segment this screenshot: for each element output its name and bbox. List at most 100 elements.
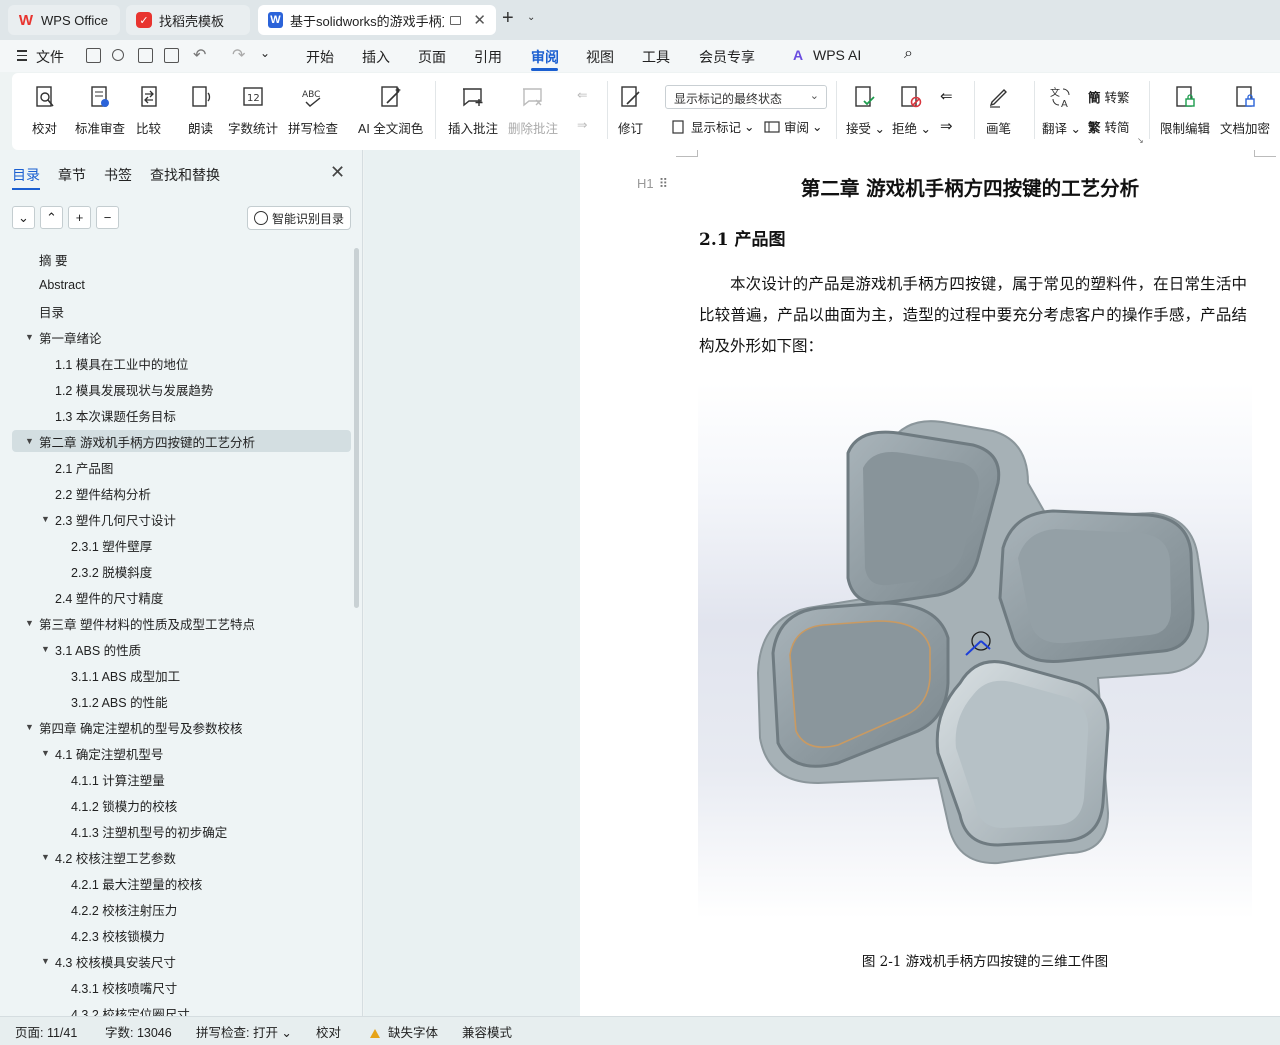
toc-item[interactable]: ▼ 3.1 ABS 的性质 (0, 638, 352, 660)
toc-item[interactable]: 2.3.1 塑件壁厚 (0, 534, 352, 556)
menu-page[interactable]: 页面 (418, 47, 446, 67)
toc-item[interactable]: 2.3.2 脱模斜度 (0, 560, 352, 582)
toc-item[interactable]: 4.3.2 校核定位圈尺寸 (0, 1002, 352, 1017)
spell-check-button[interactable]: ABC 拼写检查 (288, 73, 338, 143)
tab-wps-office[interactable]: W WPS Office (8, 5, 120, 35)
previous-comment-icon[interactable]: ⇐ (577, 87, 587, 102)
show-markup-button[interactable]: 显示标记 ⌄ (671, 117, 755, 136)
pen-button[interactable]: 画笔 (986, 73, 1011, 143)
monitor-icon[interactable] (450, 15, 462, 25)
export-icon[interactable] (112, 49, 124, 61)
tab-find-replace[interactable]: 查找和替换 (150, 165, 220, 185)
toc-item[interactable]: 4.2.1 最大注塑量的校核 (0, 872, 352, 894)
print-preview-icon[interactable] (164, 48, 179, 63)
toc-item[interactable]: 摘 要 (0, 248, 352, 270)
toc-item[interactable]: Abstract (0, 274, 352, 296)
print-icon[interactable] (138, 48, 153, 63)
toc-item[interactable]: 2.2 塑件结构分析 (0, 482, 352, 504)
toc-item[interactable]: 4.1.3 注塑机型号的初步确定 (0, 820, 352, 842)
menu-view[interactable]: 视图 (586, 47, 614, 67)
menu-tools[interactable]: 工具 (642, 47, 670, 67)
drag-handle-icon[interactable]: ⠿ (659, 176, 668, 191)
toc-item[interactable]: 1.3 本次课题任务目标 (0, 404, 352, 426)
toc-item[interactable]: 3.1.2 ABS 的性能 (0, 690, 352, 712)
tab-daoke-templates[interactable]: ✓ 找稻壳模板 (126, 5, 250, 35)
next-comment-icon[interactable]: ⇒ (577, 117, 587, 132)
expand-triangle-icon[interactable]: ▼ (25, 618, 34, 628)
expand-triangle-icon[interactable]: ▼ (41, 748, 50, 758)
spell-check-status[interactable]: 拼写检查: 打开 ⌄ (196, 1022, 292, 1041)
track-changes-button[interactable]: 修订 (618, 73, 643, 143)
menu-home[interactable]: 开始 (306, 47, 334, 67)
markup-state-select[interactable]: 显示标记的最终状态 ⌄ (665, 85, 827, 109)
review-pane-button[interactable]: 审阅 ⌄ (764, 117, 823, 136)
toc-item[interactable]: 4.3.1 校核喷嘴尺寸 (0, 976, 352, 998)
toc-item[interactable]: 4.2.3 校核锁模力 (0, 924, 352, 946)
product-3d-figure[interactable] (698, 383, 1252, 919)
nav-scrollbar[interactable] (354, 248, 359, 608)
delete-comment-button[interactable]: 删除批注 (508, 73, 558, 143)
toc-item[interactable]: ▼ 第四章 确定注塑机的型号及参数校核 (0, 716, 352, 738)
previous-change-icon[interactable]: ⇐ (940, 87, 953, 105)
proofread-status[interactable]: 校对 (316, 1022, 341, 1041)
remove-heading-button[interactable]: − (96, 206, 119, 229)
next-change-icon[interactable]: ⇒ (940, 117, 953, 135)
to-simplified-button[interactable]: 繁 转简 (1088, 117, 1130, 136)
toc-item[interactable]: 1.1 模具在工业中的地位 (0, 352, 352, 374)
toc-item[interactable]: 3.1.1 ABS 成型加工 (0, 664, 352, 686)
toc-item[interactable]: 1.2 模具发展现状与发展趋势 (0, 378, 352, 400)
dialog-launcher-icon[interactable]: ↘ (1137, 136, 1144, 145)
toc-item[interactable]: ▼ 4.2 校核注塑工艺参数 (0, 846, 352, 868)
menu-references[interactable]: 引用 (474, 47, 502, 67)
tab-bookmarks[interactable]: 书签 (104, 165, 132, 185)
toc-item[interactable]: ▼ 2.3 塑件几何尺寸设计 (0, 508, 352, 530)
toc-item[interactable]: 2.4 塑件的尺寸精度 (0, 586, 352, 608)
menu-insert[interactable]: 插入 (362, 47, 390, 67)
insert-comment-button[interactable]: 插入批注 (448, 73, 498, 143)
promote-button[interactable]: ⌃ (40, 206, 63, 229)
missing-font-status[interactable]: 缺失字体 (370, 1022, 438, 1041)
proofread-button[interactable]: 校对 (32, 73, 57, 143)
expand-triangle-icon[interactable]: ▼ (25, 436, 34, 446)
toc-item[interactable]: 4.1.2 锁模力的校核 (0, 794, 352, 816)
restrict-edit-button[interactable]: 限制编辑 (1160, 73, 1210, 143)
toc-item[interactable]: 4.2.2 校核注射压力 (0, 898, 352, 920)
close-icon[interactable]: ✕ (330, 162, 345, 183)
toc-item[interactable]: 目录 (0, 300, 352, 322)
heading-marker[interactable]: H1 ⠿ (637, 176, 668, 192)
smart-toc-button[interactable]: 智能识别目录 (247, 206, 351, 230)
toc-item[interactable]: ▼ 4.3 校核模具安装尺寸 (0, 950, 352, 972)
save-icon[interactable] (86, 48, 101, 63)
menu-review[interactable]: 审阅 (531, 47, 559, 67)
add-heading-button[interactable]: + (68, 206, 91, 229)
encrypt-button[interactable]: 文档加密 (1220, 73, 1270, 143)
expand-triangle-icon[interactable]: ▼ (41, 956, 50, 966)
search-icon[interactable]: ⌕ (904, 45, 913, 63)
toc-item[interactable]: 4.1.1 计算注塑量 (0, 768, 352, 790)
standard-review-button[interactable]: 标准审查 (75, 73, 125, 143)
toc-item[interactable]: ▼ 第一章绪论 (0, 326, 352, 348)
new-tab-plus-icon[interactable]: + (502, 7, 514, 30)
hamburger-icon[interactable] (17, 50, 27, 64)
chevron-down-icon[interactable]: ⌄ (527, 12, 535, 23)
menu-member[interactable]: 会员专享 (699, 47, 755, 67)
expand-triangle-icon[interactable]: ▼ (25, 722, 34, 732)
word-count-button[interactable]: 12 字数统计 (228, 73, 278, 143)
menu-wps-ai[interactable]: WPS AI (813, 47, 861, 63)
ai-polish-button[interactable]: AI 全文润色 (358, 73, 423, 143)
tab-toc[interactable]: 目录 (12, 165, 40, 185)
expand-triangle-icon[interactable]: ▼ (41, 852, 50, 862)
toc-item[interactable]: ▼ 4.1 确定注塑机型号 (0, 742, 352, 764)
undo-icon[interactable]: ↶ (193, 45, 206, 65)
expand-triangle-icon[interactable]: ▼ (41, 514, 50, 524)
menu-file[interactable]: 文件 (36, 47, 64, 67)
expand-triangle-icon[interactable]: ▼ (25, 332, 34, 342)
tab-chapters[interactable]: 章节 (58, 165, 86, 185)
read-aloud-button[interactable]: 朗读 (188, 73, 213, 143)
chevron-down-icon[interactable]: ⌄ (260, 46, 270, 60)
close-tab-icon[interactable]: ✕ (473, 11, 486, 29)
compare-button[interactable]: 比较 (136, 73, 161, 143)
accept-button[interactable]: 接受 ⌄ (846, 73, 885, 143)
expand-triangle-icon[interactable]: ▼ (41, 644, 50, 654)
page-indicator[interactable]: 页面: 11/41 (15, 1022, 77, 1041)
